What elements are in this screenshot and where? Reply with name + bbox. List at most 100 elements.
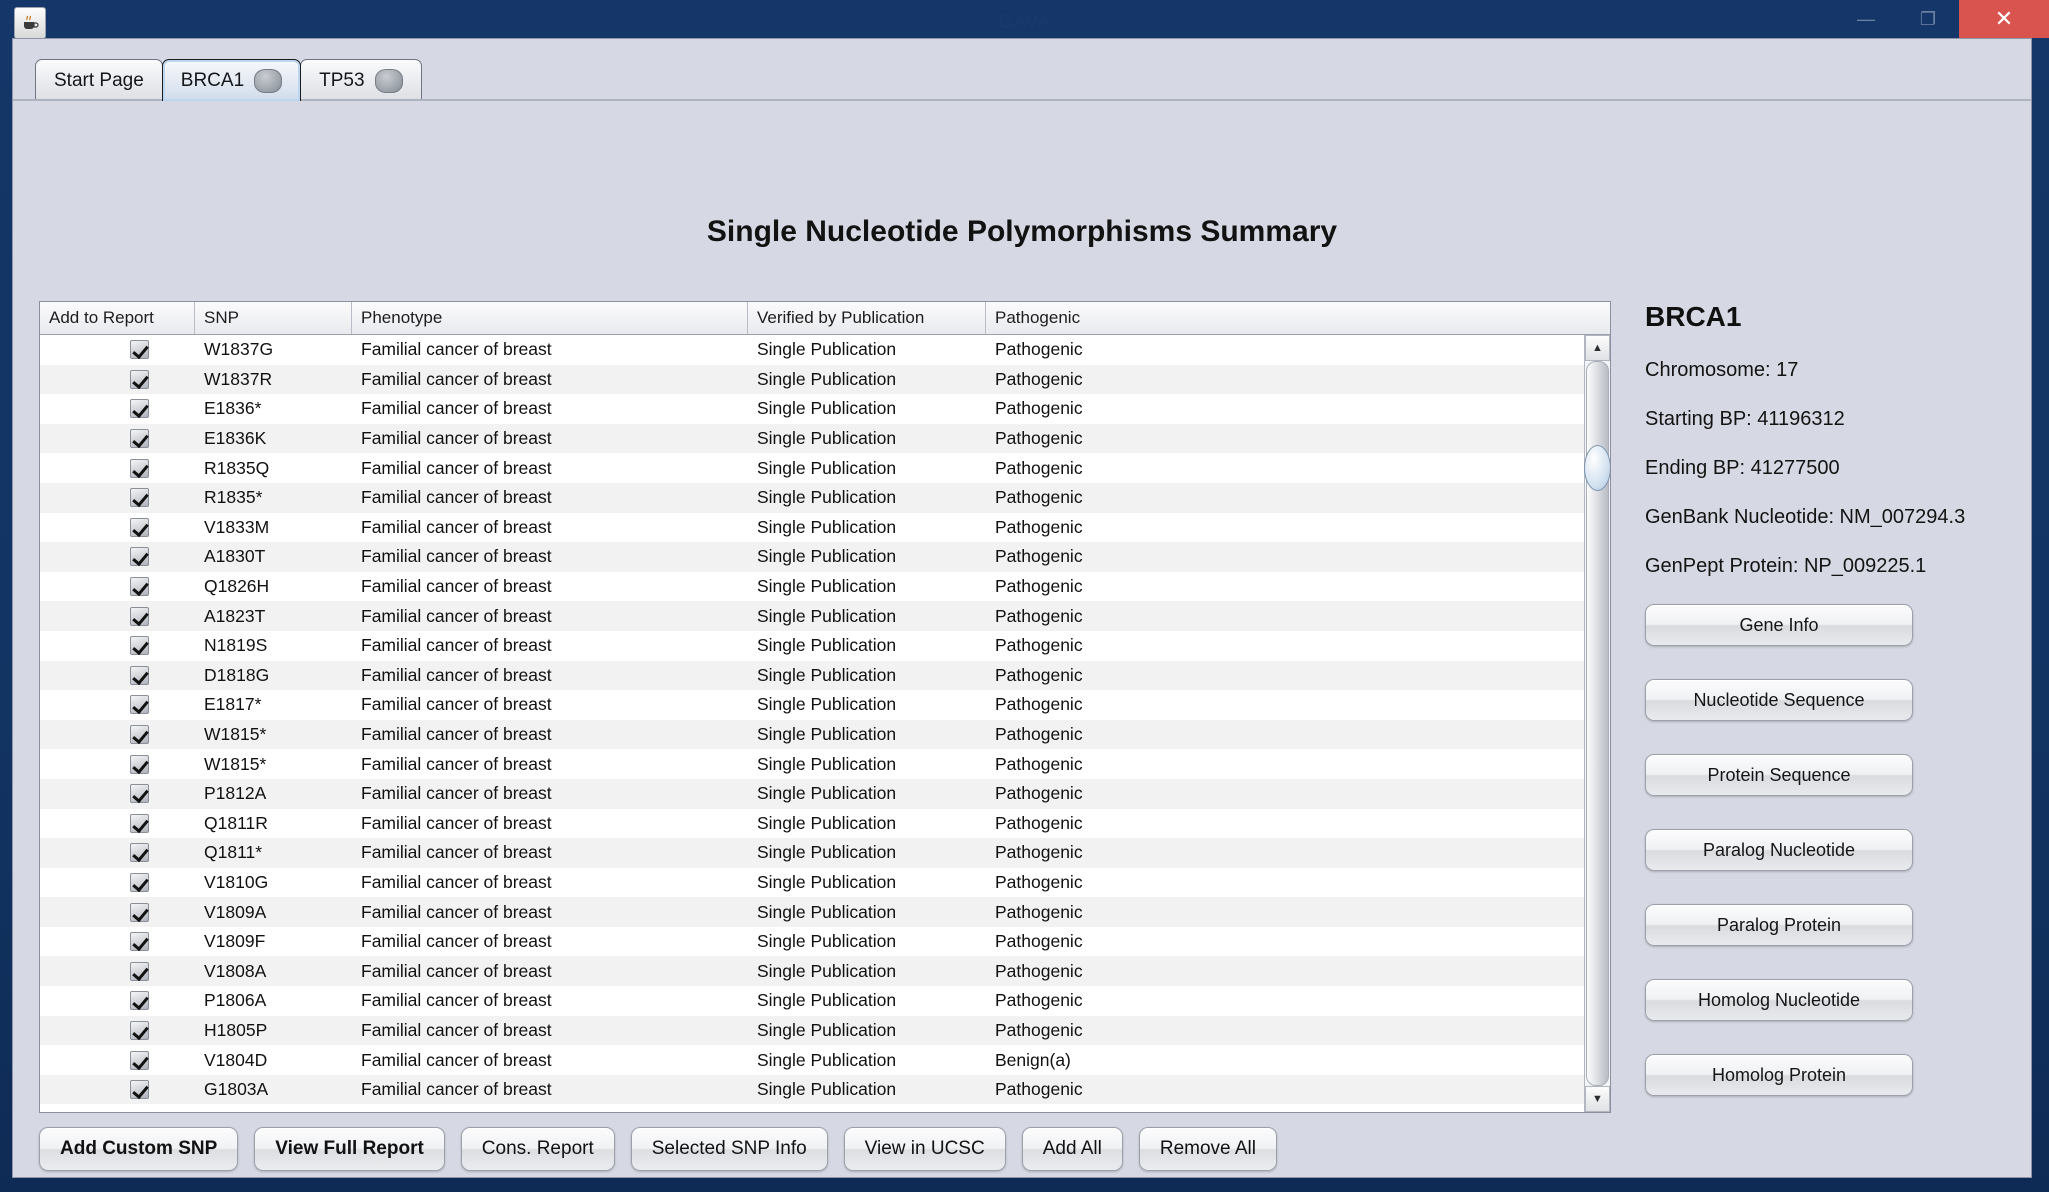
cell-add-to-report[interactable] bbox=[40, 483, 195, 513]
checkbox-checked-icon[interactable] bbox=[130, 932, 149, 951]
checkbox-checked-icon[interactable] bbox=[130, 577, 149, 596]
tab-close-dot-icon[interactable] bbox=[254, 69, 282, 93]
maximize-button[interactable]: ❐ bbox=[1897, 0, 1959, 38]
table-row[interactable]: V1808AFamilial cancer of breastSingle Pu… bbox=[40, 956, 1584, 986]
view-full-report-button[interactable]: View Full Report bbox=[254, 1127, 445, 1171]
checkbox-checked-icon[interactable] bbox=[130, 1080, 149, 1099]
nucleotide-sequence-button[interactable]: Nucleotide Sequence bbox=[1645, 679, 1913, 721]
checkbox-checked-icon[interactable] bbox=[130, 370, 149, 389]
table-row[interactable]: A1823TFamilial cancer of breastSingle Pu… bbox=[40, 601, 1584, 631]
cell-add-to-report[interactable] bbox=[40, 513, 195, 543]
checkbox-checked-icon[interactable] bbox=[130, 459, 149, 478]
cell-add-to-report[interactable] bbox=[40, 897, 195, 927]
cell-add-to-report[interactable] bbox=[40, 453, 195, 483]
column-header-pathogenic[interactable]: Pathogenic bbox=[986, 302, 1226, 334]
cell-add-to-report[interactable] bbox=[40, 749, 195, 779]
cell-add-to-report[interactable] bbox=[40, 631, 195, 661]
checkbox-checked-icon[interactable] bbox=[130, 725, 149, 744]
checkbox-checked-icon[interactable] bbox=[130, 1051, 149, 1070]
scrollbar-track[interactable] bbox=[1585, 361, 1610, 1086]
table-row[interactable]: E1836*Familial cancer of breastSingle Pu… bbox=[40, 394, 1584, 424]
checkbox-checked-icon[interactable] bbox=[130, 340, 149, 359]
cell-add-to-report[interactable] bbox=[40, 986, 195, 1016]
column-header-phenotype[interactable]: Phenotype bbox=[352, 302, 748, 334]
scroll-down-arrow-icon[interactable]: ▼ bbox=[1585, 1086, 1610, 1112]
checkbox-checked-icon[interactable] bbox=[130, 903, 149, 922]
tab-tp53[interactable]: TP53 bbox=[300, 59, 421, 101]
homolog-protein-button[interactable]: Homolog Protein bbox=[1645, 1054, 1913, 1096]
protein-sequence-button[interactable]: Protein Sequence bbox=[1645, 754, 1913, 796]
checkbox-checked-icon[interactable] bbox=[130, 547, 149, 566]
cell-add-to-report[interactable] bbox=[40, 927, 195, 957]
checkbox-checked-icon[interactable] bbox=[130, 962, 149, 981]
column-header-add-to-report[interactable]: Add to Report bbox=[40, 302, 195, 334]
scroll-up-arrow-icon[interactable]: ▲ bbox=[1585, 335, 1610, 361]
checkbox-checked-icon[interactable] bbox=[130, 399, 149, 418]
cell-add-to-report[interactable] bbox=[40, 720, 195, 750]
cell-add-to-report[interactable] bbox=[40, 542, 195, 572]
cell-add-to-report[interactable] bbox=[40, 1016, 195, 1046]
gene-info-button[interactable]: Gene Info bbox=[1645, 604, 1913, 646]
table-row[interactable]: N1819SFamilial cancer of breastSingle Pu… bbox=[40, 631, 1584, 661]
table-row[interactable]: E1836KFamilial cancer of breastSingle Pu… bbox=[40, 424, 1584, 454]
close-button[interactable]: ✕ bbox=[1959, 0, 2049, 38]
add-all-button[interactable]: Add All bbox=[1022, 1127, 1123, 1171]
selected-snp-info-button[interactable]: Selected SNP Info bbox=[631, 1127, 828, 1171]
cell-add-to-report[interactable] bbox=[40, 424, 195, 454]
table-row[interactable]: D1818GFamilial cancer of breastSingle Pu… bbox=[40, 661, 1584, 691]
minimize-button[interactable]: — bbox=[1835, 0, 1897, 38]
table-row[interactable]: V1809AFamilial cancer of breastSingle Pu… bbox=[40, 897, 1584, 927]
cell-add-to-report[interactable] bbox=[40, 1075, 195, 1105]
table-row[interactable]: W1837RFamilial cancer of breastSingle Pu… bbox=[40, 365, 1584, 395]
checkbox-checked-icon[interactable] bbox=[130, 666, 149, 685]
cell-add-to-report[interactable] bbox=[40, 1045, 195, 1075]
checkbox-checked-icon[interactable] bbox=[130, 429, 149, 448]
checkbox-checked-icon[interactable] bbox=[130, 755, 149, 774]
cell-add-to-report[interactable] bbox=[40, 838, 195, 868]
paralog-nucleotide-button[interactable]: Paralog Nucleotide bbox=[1645, 829, 1913, 871]
table-row[interactable]: W1837GFamilial cancer of breastSingle Pu… bbox=[40, 335, 1584, 365]
homolog-nucleotide-button[interactable]: Homolog Nucleotide bbox=[1645, 979, 1913, 1021]
table-row[interactable]: V1810GFamilial cancer of breastSingle Pu… bbox=[40, 868, 1584, 898]
scrollbar-grip-icon[interactable] bbox=[1584, 445, 1610, 491]
table-row[interactable]: V1833MFamilial cancer of breastSingle Pu… bbox=[40, 513, 1584, 543]
table-row[interactable]: R1835*Familial cancer of breastSingle Pu… bbox=[40, 483, 1584, 513]
cell-add-to-report[interactable] bbox=[40, 572, 195, 602]
table-row[interactable]: A1830TFamilial cancer of breastSingle Pu… bbox=[40, 542, 1584, 572]
checkbox-checked-icon[interactable] bbox=[130, 814, 149, 833]
table-row[interactable]: P1812AFamilial cancer of breastSingle Pu… bbox=[40, 779, 1584, 809]
checkbox-checked-icon[interactable] bbox=[130, 488, 149, 507]
checkbox-checked-icon[interactable] bbox=[130, 695, 149, 714]
checkbox-checked-icon[interactable] bbox=[130, 607, 149, 626]
table-row[interactable]: H1805PFamilial cancer of breastSingle Pu… bbox=[40, 1016, 1584, 1046]
remove-all-button[interactable]: Remove All bbox=[1139, 1127, 1277, 1171]
table-row[interactable]: E1817*Familial cancer of breastSingle Pu… bbox=[40, 690, 1584, 720]
checkbox-checked-icon[interactable] bbox=[130, 636, 149, 655]
checkbox-checked-icon[interactable] bbox=[130, 843, 149, 862]
cell-add-to-report[interactable] bbox=[40, 690, 195, 720]
table-row[interactable]: G1803AFamilial cancer of breastSingle Pu… bbox=[40, 1075, 1584, 1105]
cell-add-to-report[interactable] bbox=[40, 335, 195, 365]
tab-brca1[interactable]: BRCA1 bbox=[162, 59, 301, 101]
checkbox-checked-icon[interactable] bbox=[130, 873, 149, 892]
column-header-verified-by-publication[interactable]: Verified by Publication bbox=[748, 302, 986, 334]
checkbox-checked-icon[interactable] bbox=[130, 1021, 149, 1040]
cell-add-to-report[interactable] bbox=[40, 868, 195, 898]
table-row[interactable]: Q1826HFamilial cancer of breastSingle Pu… bbox=[40, 572, 1584, 602]
checkbox-checked-icon[interactable] bbox=[130, 991, 149, 1010]
table-vertical-scrollbar[interactable]: ▲ ▼ bbox=[1584, 335, 1610, 1112]
cell-add-to-report[interactable] bbox=[40, 956, 195, 986]
cell-add-to-report[interactable] bbox=[40, 601, 195, 631]
table-row[interactable]: V1804DFamilial cancer of breastSingle Pu… bbox=[40, 1045, 1584, 1075]
table-row[interactable]: W1815*Familial cancer of breastSingle Pu… bbox=[40, 720, 1584, 750]
cell-add-to-report[interactable] bbox=[40, 809, 195, 839]
column-header-snp[interactable]: SNP bbox=[195, 302, 352, 334]
table-row[interactable]: W1815*Familial cancer of breastSingle Pu… bbox=[40, 749, 1584, 779]
paralog-protein-button[interactable]: Paralog Protein bbox=[1645, 904, 1913, 946]
table-row[interactable]: V1809FFamilial cancer of breastSingle Pu… bbox=[40, 927, 1584, 957]
checkbox-checked-icon[interactable] bbox=[130, 784, 149, 803]
table-row[interactable]: Q1811RFamilial cancer of breastSingle Pu… bbox=[40, 809, 1584, 839]
table-row[interactable]: Q1811*Familial cancer of breastSingle Pu… bbox=[40, 838, 1584, 868]
cell-add-to-report[interactable] bbox=[40, 661, 195, 691]
tab-start-page[interactable]: Start Page bbox=[35, 59, 163, 101]
